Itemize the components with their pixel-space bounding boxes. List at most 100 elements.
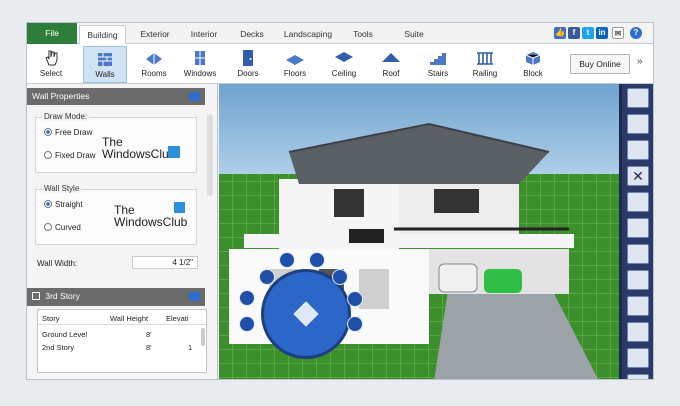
watermark-logo-icon — [168, 146, 180, 158]
tab-decks[interactable]: Decks — [232, 25, 272, 44]
stairs-icon — [430, 53, 446, 65]
col-wall-height: Wall Height — [110, 314, 149, 323]
roof-label: Roof — [382, 69, 400, 78]
zoom-in-icon[interactable] — [309, 252, 325, 268]
wall-width-input[interactable]: 4 1/2" — [132, 256, 198, 269]
tilt-icon[interactable] — [239, 316, 255, 332]
stairs-label: Stairs — [427, 69, 449, 78]
help-icon[interactable]: ? — [630, 27, 642, 39]
row-2nd-height: 8' — [146, 343, 152, 352]
wall-properties-title: Wall Properties — [32, 91, 90, 101]
row-2nd-story[interactable]: 2nd Story — [42, 343, 74, 352]
tab-building[interactable]: Building — [79, 25, 126, 45]
windows-button[interactable]: Windows — [178, 46, 222, 83]
zoom-out-icon[interactable] — [279, 252, 295, 268]
walls-icon — [98, 53, 112, 66]
ribbon-toolbar: Select Walls Rooms Windows Doors Floors … — [27, 44, 653, 84]
terrain-icon[interactable] — [627, 244, 649, 264]
grid-icon[interactable] — [627, 322, 649, 342]
doors-button[interactable]: Doors — [226, 46, 270, 83]
box-view-icon[interactable] — [627, 218, 649, 238]
left-panel: Wall Properties Draw Mode: Free Draw Fix… — [27, 84, 218, 379]
ceiling-button[interactable]: Ceiling — [322, 46, 366, 83]
move-down-icon[interactable] — [347, 316, 363, 332]
block-icon — [525, 52, 541, 65]
undo-icon[interactable] — [627, 114, 649, 134]
hand-pointer-icon — [45, 50, 58, 66]
story-panel-header: 3rd Story — [27, 288, 205, 306]
col-elevation: Elevati — [166, 314, 189, 323]
help-view-icon[interactable] — [259, 269, 275, 285]
walls-button[interactable]: Walls — [83, 46, 127, 83]
tab-tools[interactable]: Tools — [345, 25, 381, 44]
table-scrollbar[interactable] — [201, 328, 205, 346]
doors-icon — [243, 50, 253, 66]
orbit-icon[interactable] — [239, 290, 255, 306]
redo-icon[interactable] — [627, 140, 649, 160]
wall-width-label: Wall Width: — [37, 259, 78, 268]
roof-icon — [382, 53, 400, 62]
stairs-button[interactable]: Stairs — [416, 46, 460, 83]
doors-label: Doors — [237, 69, 259, 78]
straight-radio[interactable]: Straight — [44, 200, 83, 209]
like-icon[interactable]: 👍 — [554, 27, 566, 39]
settings-icon[interactable] — [627, 374, 649, 379]
wall-style-title: Wall Style — [42, 184, 82, 193]
ceiling-label: Ceiling — [331, 69, 357, 78]
railing-label: Railing — [472, 69, 498, 78]
select-button[interactable]: Select — [29, 46, 73, 83]
railing-button[interactable]: Railing — [463, 46, 507, 83]
compass-icon[interactable] — [627, 270, 649, 290]
magnet-icon[interactable] — [627, 348, 649, 368]
tab-exterior[interactable]: Exterior — [131, 25, 179, 44]
menu-tabs: File Building Exterior Interior Decks La… — [27, 23, 653, 45]
watermark-text-1: The WindowsClub — [102, 135, 176, 161]
move-up-icon[interactable] — [347, 291, 363, 307]
rooms-button[interactable]: Rooms — [132, 46, 176, 83]
block-label: Block — [523, 69, 543, 78]
rooms-label: Rooms — [141, 69, 167, 78]
block-button[interactable]: Block — [511, 46, 555, 83]
page-icon[interactable] — [627, 192, 649, 212]
buy-online-button[interactable]: Buy Online — [570, 54, 630, 74]
email-icon[interactable]: ✉ — [612, 27, 624, 39]
tab-suite[interactable]: Suite — [395, 25, 433, 44]
curved-radio[interactable]: Curved — [44, 223, 81, 232]
tab-file[interactable]: File — [27, 23, 77, 44]
story-panel-title: 3rd Story — [45, 291, 80, 301]
railing-icon — [477, 52, 493, 65]
watermark-logo-icon-2 — [174, 202, 185, 213]
layers-icon[interactable] — [627, 296, 649, 316]
camera-icon[interactable] — [332, 269, 348, 285]
row-2nd-elevation: 1 — [188, 343, 193, 352]
draw-mode-group: Draw Mode: Free Draw Fixed Draw The Windo… — [35, 112, 197, 173]
tab-interior[interactable]: Interior — [181, 25, 227, 44]
floors-label: Floors — [283, 69, 307, 78]
video-icon[interactable] — [189, 92, 200, 101]
select-label: Select — [39, 69, 63, 78]
collapse-icon[interactable] — [32, 292, 40, 300]
linkedin-icon[interactable]: in — [596, 27, 608, 39]
fixed-draw-radio[interactable]: Fixed Draw — [44, 151, 95, 160]
video-icon-2[interactable] — [189, 292, 200, 301]
row-ground-story[interactable]: Ground Level — [42, 330, 87, 339]
story-table: Story Wall Height Elevati Ground Level 8… — [37, 309, 207, 373]
tab-landscaping[interactable]: Landscaping — [277, 25, 339, 44]
roof-button[interactable]: Roof — [369, 46, 413, 83]
hand-icon[interactable] — [627, 88, 649, 108]
floors-button[interactable]: Floors — [273, 46, 317, 83]
more-chevron-icon[interactable]: » — [637, 56, 643, 67]
wall-style-group: Wall Style Straight Curved The WindowsClu… — [35, 184, 197, 245]
free-draw-radio[interactable]: Free Draw — [44, 128, 92, 137]
close-icon[interactable]: ✕ — [627, 166, 649, 186]
col-story: Story — [42, 314, 60, 323]
facebook-icon[interactable]: f — [568, 27, 580, 39]
draw-mode-title: Draw Mode: — [42, 112, 90, 121]
windows-icon — [195, 51, 205, 65]
row-ground-height: 8' — [146, 330, 152, 339]
3d-viewport[interactable] — [219, 84, 622, 379]
windows-label: Windows — [183, 69, 217, 78]
properties-scrollbar[interactable] — [207, 114, 213, 196]
wall-properties-header: Wall Properties — [27, 88, 205, 105]
twitter-icon[interactable]: t — [582, 27, 594, 39]
